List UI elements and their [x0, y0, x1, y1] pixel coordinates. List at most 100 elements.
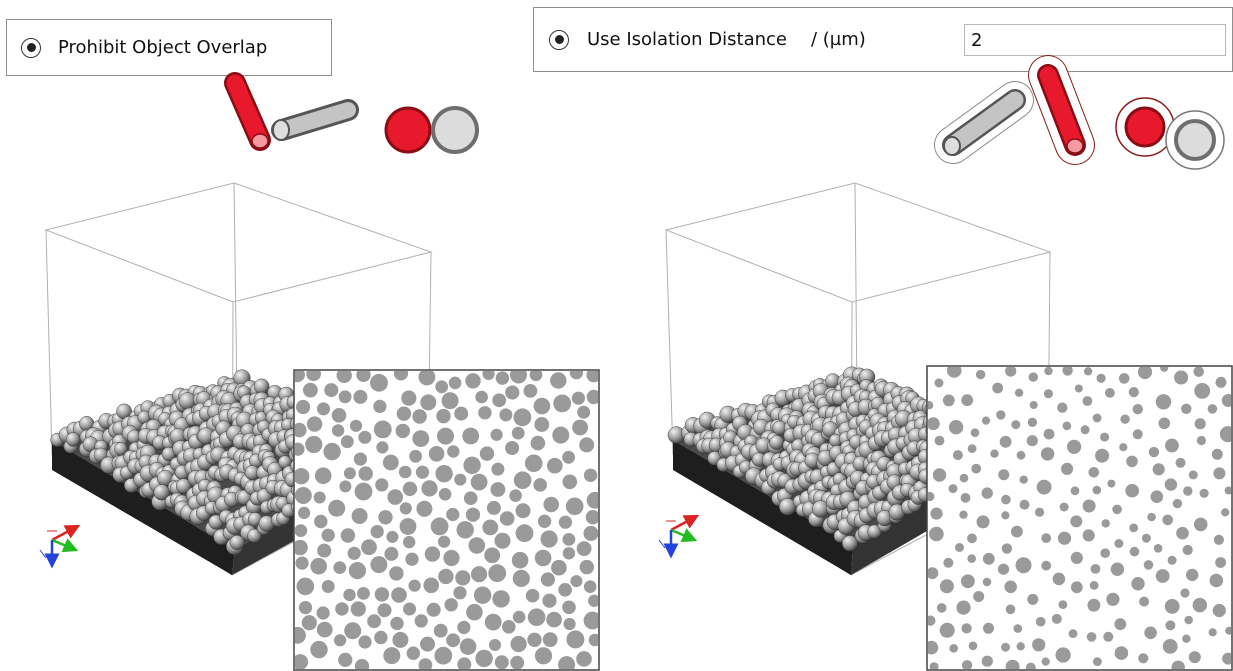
slice-particle [306, 371, 321, 382]
slice-particle [1095, 448, 1110, 463]
slice-particle [314, 514, 328, 529]
slice-particle [1196, 435, 1206, 446]
slice-particle [298, 601, 313, 615]
slice-particle [434, 646, 453, 665]
slice-particle [1001, 543, 1013, 554]
slice-particle [533, 478, 547, 492]
slice-particle [421, 480, 438, 497]
slice-particle [295, 371, 305, 383]
slice-particle [1147, 512, 1156, 522]
slice-particle [570, 575, 583, 588]
slice-particle [1011, 420, 1021, 430]
slice-particle [1001, 642, 1010, 652]
slice-particle [956, 600, 971, 615]
slice-particle [295, 626, 306, 644]
slice-particle [490, 482, 506, 497]
slice-particle [1088, 467, 1100, 478]
slice-particle [310, 640, 328, 659]
slice-particle [542, 632, 558, 647]
slice-particle [1114, 539, 1124, 548]
slice-particle [1100, 548, 1110, 558]
slice-particle [1027, 417, 1038, 427]
slice-particle [295, 487, 312, 504]
slice-particle [1106, 592, 1120, 606]
slice-particle [585, 510, 598, 525]
slice-particle [1192, 597, 1208, 613]
slice-particle [310, 557, 328, 575]
slice-particle [301, 615, 317, 631]
slice-particle [1213, 534, 1224, 545]
slice-particle [1114, 618, 1127, 631]
slice-particle [971, 463, 982, 474]
slice-particle [499, 408, 513, 422]
slice-particle [1041, 560, 1052, 571]
slice-particle [298, 506, 311, 519]
slice-particle [1044, 367, 1053, 376]
slice-particle [530, 435, 546, 451]
slice-particle [494, 532, 511, 549]
slice-particle [1165, 620, 1176, 631]
slice-particle [1032, 638, 1046, 652]
slice-particle [1215, 376, 1227, 388]
slice-particle [317, 402, 330, 416]
slice-particle [547, 457, 563, 474]
slice-particle [403, 602, 416, 616]
slice-particle [495, 371, 510, 385]
slice-particle [462, 427, 480, 445]
slice-particle [466, 603, 483, 621]
slice-particle [453, 586, 467, 600]
slice-particle [990, 449, 999, 458]
slice-particle [361, 539, 377, 556]
slice-particle [552, 426, 570, 444]
particle-sphere [253, 378, 270, 395]
slice-particle [354, 482, 373, 501]
slice-particle [343, 588, 356, 602]
slice-particle [961, 574, 975, 589]
slice-particle [1001, 494, 1011, 505]
slice-particle [1144, 626, 1157, 640]
slice-particle [967, 444, 977, 453]
slice-particle [1194, 383, 1211, 399]
slice-particle [344, 622, 362, 640]
slice-particle [1207, 404, 1218, 414]
left-orientation-axes-icon [39, 524, 81, 569]
slice-particle [1152, 463, 1165, 476]
slice-particle [389, 566, 404, 581]
slice-particle [324, 383, 339, 398]
slice-particle [1160, 367, 1169, 372]
slice-particle [1016, 450, 1026, 460]
slice-particle [981, 487, 993, 499]
slice-particle [1153, 544, 1163, 553]
slice-particle [1029, 401, 1038, 409]
slice-particle [975, 369, 986, 380]
slice-particle [1112, 504, 1122, 515]
slice-particle [553, 394, 572, 413]
slice-particle [386, 530, 399, 543]
slice-particle [546, 611, 562, 628]
slice-particle [1165, 438, 1179, 453]
slice-particle [996, 410, 1006, 420]
slice-particle [349, 419, 363, 432]
slice-particle [1176, 526, 1189, 540]
slice-particle [1180, 588, 1190, 598]
slice-particle [982, 552, 995, 565]
slice-particle [444, 598, 458, 612]
slice-particle [1035, 616, 1046, 627]
slice-particle [353, 389, 368, 404]
slice-particle [1193, 517, 1208, 532]
slice-particle [1100, 432, 1110, 442]
slice-particle [1213, 467, 1226, 480]
slice-particle [1164, 599, 1180, 614]
slice-particle [513, 471, 532, 490]
slice-particle [1041, 533, 1052, 543]
slice-particle [391, 587, 407, 603]
slice-particle [370, 525, 384, 539]
slice-particle [537, 514, 552, 528]
slice-particle [1167, 555, 1177, 565]
slice-particle [1052, 572, 1066, 586]
slice-particle [479, 446, 495, 461]
slice-particle [1055, 647, 1071, 663]
slice-particle [435, 380, 449, 394]
slice-particle [577, 405, 591, 419]
slice-particle [1110, 562, 1125, 576]
